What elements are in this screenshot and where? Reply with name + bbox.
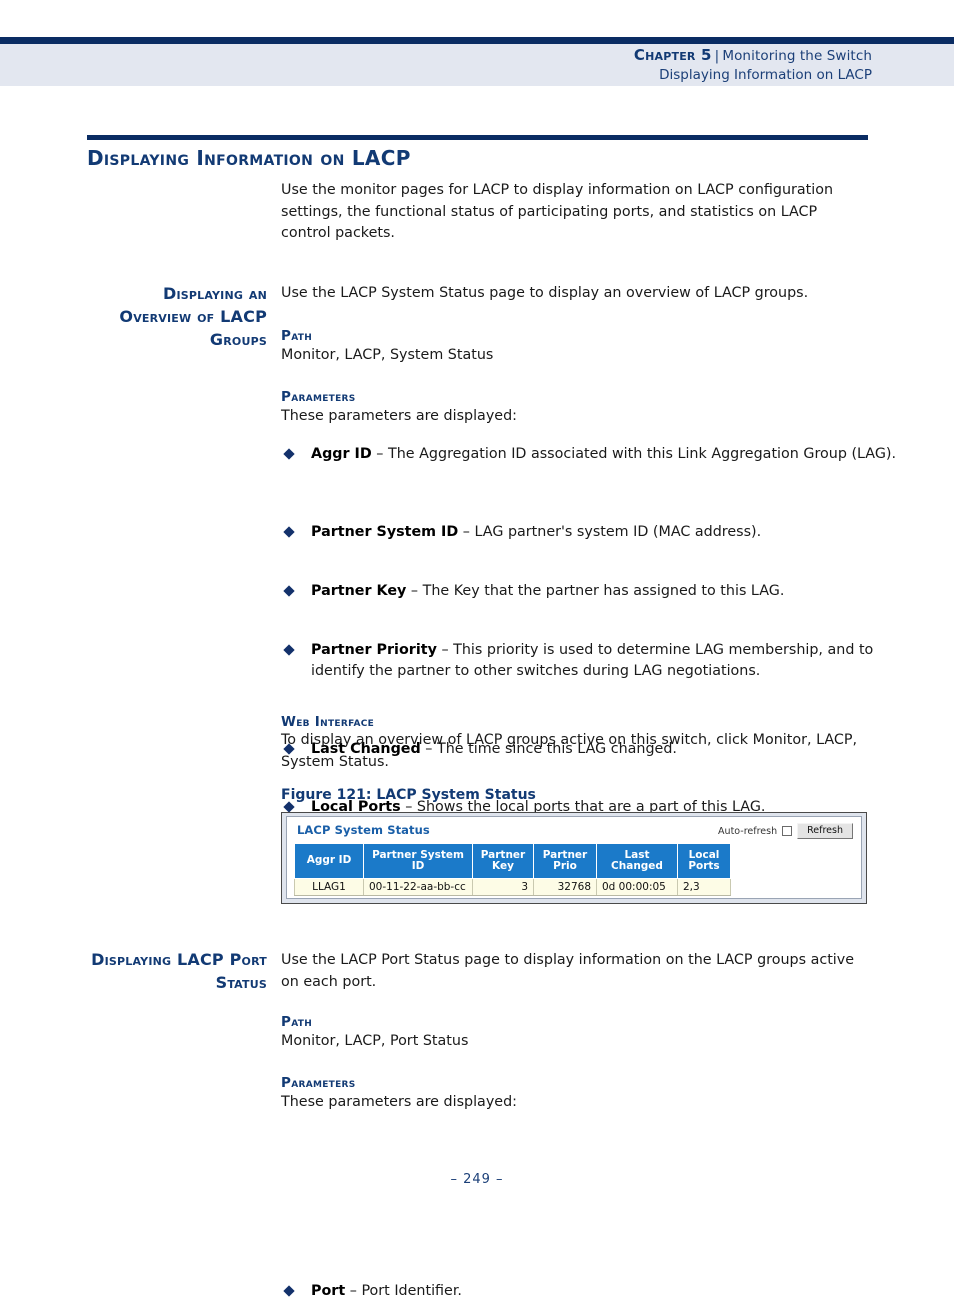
- side-heading-displaying-lacp-port-status: Displaying LACP Port Status: [87, 948, 267, 994]
- auto-refresh-checkbox[interactable]: [782, 826, 792, 836]
- list-item-dash: –: [463, 524, 470, 540]
- list-item-dash: –: [441, 642, 448, 658]
- parameters-heading-overview: Parameters: [281, 388, 871, 406]
- column-header-local-ports[interactable]: Local Ports: [678, 844, 731, 879]
- parameters-intro-overview: These parameters are displayed:: [281, 406, 871, 428]
- web-interface-heading: Web Interface: [281, 713, 871, 731]
- list-item-term: Aggr ID: [311, 446, 372, 462]
- header-chapter-line: Chapter 5|Monitoring the Switch: [0, 46, 872, 66]
- refresh-button[interactable]: Refresh: [797, 823, 853, 839]
- overview-intro-paragraph: Use the LACP System Status page to displ…: [281, 283, 871, 305]
- path-value-port-status: Monitor, LACP, Port Status: [281, 1031, 871, 1053]
- diamond-bullet-icon: [283, 448, 294, 459]
- column-header-partner-prio[interactable]: Partner Prio: [534, 844, 597, 879]
- list-item: Port – Port Identifier.: [281, 1281, 901, 1302]
- list-item: Partner Priority – This priority is used…: [281, 640, 901, 683]
- diamond-bullet-icon: [283, 644, 294, 655]
- path-heading-port-status: Path: [281, 1013, 871, 1031]
- path-heading-overview: Path: [281, 327, 871, 345]
- running-header: Chapter 5|Monitoring the Switch Displayi…: [0, 44, 872, 85]
- figure-inner-panel: LACP System Status Auto-refresh Refresh …: [286, 816, 862, 899]
- web-interface-text: To display an overview of LACP groups ac…: [281, 730, 871, 773]
- figure-caption: Figure 121: LACP System Status: [281, 786, 871, 805]
- side-heading-overview-of-lacp-groups: Displaying an Overview of LACP Groups: [87, 282, 267, 351]
- list-item-text: LAG partner's system ID (MAC address).: [475, 524, 762, 540]
- cell-partner-prio: 32768: [534, 879, 597, 896]
- column-header-last-changed[interactable]: Last Changed: [597, 844, 678, 879]
- cell-aggr-id: LLAG1: [295, 879, 364, 896]
- list-item-term: Partner Priority: [311, 642, 437, 658]
- list-item: Partner Key – The Key that the partner h…: [281, 581, 901, 603]
- diamond-bullet-icon: [283, 585, 294, 596]
- port-status-intro-paragraph: Use the LACP Port Status page to display…: [281, 950, 871, 993]
- path-value-overview: Monitor, LACP, System Status: [281, 345, 871, 367]
- list-item-term: Port: [311, 1283, 345, 1299]
- auto-refresh-label: Auto-refresh: [718, 826, 777, 837]
- cell-local-ports: 2,3: [678, 879, 731, 896]
- column-header-partner-key[interactable]: Partner Key: [473, 844, 534, 879]
- cell-last-changed: 0d 00:00:05: [597, 879, 678, 896]
- diamond-bullet-icon: [283, 1285, 294, 1296]
- column-header-partner-system-id[interactable]: Partner System ID: [364, 844, 473, 879]
- list-item-text: The Key that the partner has assigned to…: [423, 583, 785, 599]
- header-section-title: Displaying Information on LACP: [0, 66, 872, 85]
- table-row: LLAG1 00-11-22-aa-bb-cc 3 32768 0d 00:00…: [295, 879, 731, 896]
- parameters-heading-port-status: Parameters: [281, 1074, 871, 1092]
- lacp-system-status-table: Aggr ID Partner System ID Partner Key Pa…: [294, 843, 731, 896]
- column-header-aggr-id[interactable]: Aggr ID: [295, 844, 364, 879]
- section-divider-rule: [87, 135, 868, 140]
- document-page: Chapter 5|Monitoring the Switch Displayi…: [0, 0, 954, 172]
- page-title: Displaying Information on LACP: [87, 146, 411, 170]
- list-item-term: Partner System ID: [311, 524, 458, 540]
- header-chapter-title: Monitoring the Switch: [722, 48, 872, 64]
- list-item-dash: –: [376, 446, 383, 462]
- parameters-intro-port-status: These parameters are displayed:: [281, 1092, 871, 1114]
- list-item-dash: –: [350, 1283, 357, 1299]
- header-chapter-label: Chapter 5: [634, 46, 712, 64]
- header-separator: |: [712, 48, 723, 64]
- list-item-term: Partner Key: [311, 583, 406, 599]
- figure-panel-title: LACP System Status: [297, 823, 430, 837]
- list-item-dash: –: [411, 583, 418, 599]
- cell-partner-key: 3: [473, 879, 534, 896]
- list-item-text: Port Identifier.: [361, 1283, 462, 1299]
- header-navy-rule: [0, 37, 954, 44]
- list-item: Aggr ID – The Aggregation ID associated …: [281, 444, 901, 466]
- table-header-row: Aggr ID Partner System ID Partner Key Pa…: [295, 844, 731, 879]
- list-item: Partner System ID – LAG partner's system…: [281, 522, 901, 544]
- section-intro-paragraph: Use the monitor pages for LACP to displa…: [281, 180, 871, 245]
- cell-partner-system-id: 00-11-22-aa-bb-cc: [364, 879, 473, 896]
- figure-toolbar: Auto-refresh Refresh: [718, 823, 853, 839]
- diamond-bullet-icon: [283, 526, 294, 537]
- page-number: – 249 –: [0, 1172, 954, 1187]
- list-item-text: The Aggregation ID associated with this …: [388, 446, 896, 462]
- figure-lacp-system-status: LACP System Status Auto-refresh Refresh …: [281, 812, 867, 904]
